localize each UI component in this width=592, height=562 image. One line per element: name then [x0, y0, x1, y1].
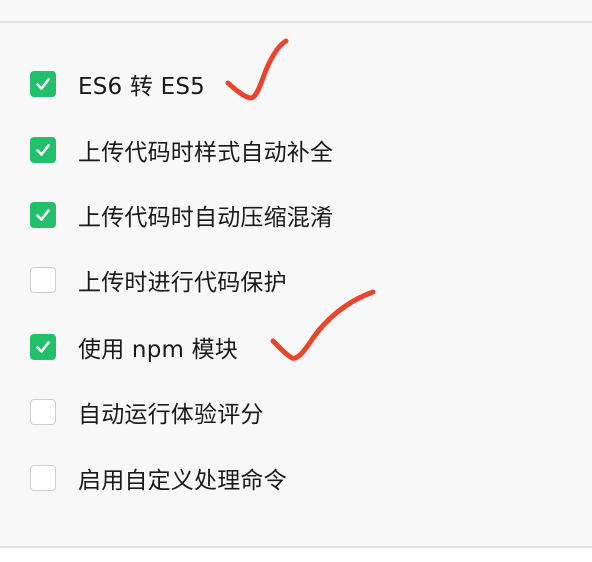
checkbox-checked[interactable]	[30, 202, 56, 228]
option-auto-audit[interactable]: 自动运行体验评分	[30, 397, 264, 428]
check-icon	[36, 209, 50, 221]
option-es6-to-es5[interactable]: ES6 转 ES5	[30, 69, 205, 100]
options-list: ES6 转 ES5 上传代码时样式自动补全 上传代码时自动压缩混淆 上传时进行代…	[30, 0, 570, 562]
check-icon	[36, 144, 50, 156]
checkbox-checked[interactable]	[30, 71, 56, 97]
option-label: ES6 转 ES5	[78, 74, 205, 100]
checkbox-unchecked[interactable]	[30, 465, 56, 491]
option-npm-modules[interactable]: 使用 npm 模块	[30, 332, 239, 363]
settings-panel: ES6 转 ES5 上传代码时样式自动补全 上传代码时自动压缩混淆 上传时进行代…	[0, 0, 592, 562]
checkbox-checked[interactable]	[30, 137, 56, 163]
option-label: 使用 npm 模块	[78, 337, 239, 363]
option-code-protection[interactable]: 上传时进行代码保护	[30, 265, 287, 296]
option-label: 自动运行体验评分	[78, 402, 264, 428]
checkbox-unchecked[interactable]	[30, 399, 56, 425]
option-minify[interactable]: 上传代码时自动压缩混淆	[30, 200, 334, 231]
checkbox-checked[interactable]	[30, 334, 56, 360]
option-label: 启用自定义处理命令	[78, 468, 287, 494]
below-area	[0, 548, 592, 562]
check-icon	[36, 78, 50, 90]
checkbox-unchecked[interactable]	[30, 267, 56, 293]
check-icon	[36, 341, 50, 353]
option-style-autocomplete[interactable]: 上传代码时样式自动补全	[30, 135, 334, 166]
option-label: 上传代码时自动压缩混淆	[78, 205, 334, 231]
option-custom-commands[interactable]: 启用自定义处理命令	[30, 463, 287, 494]
option-label: 上传时进行代码保护	[78, 270, 287, 296]
option-label: 上传代码时样式自动补全	[78, 140, 334, 166]
